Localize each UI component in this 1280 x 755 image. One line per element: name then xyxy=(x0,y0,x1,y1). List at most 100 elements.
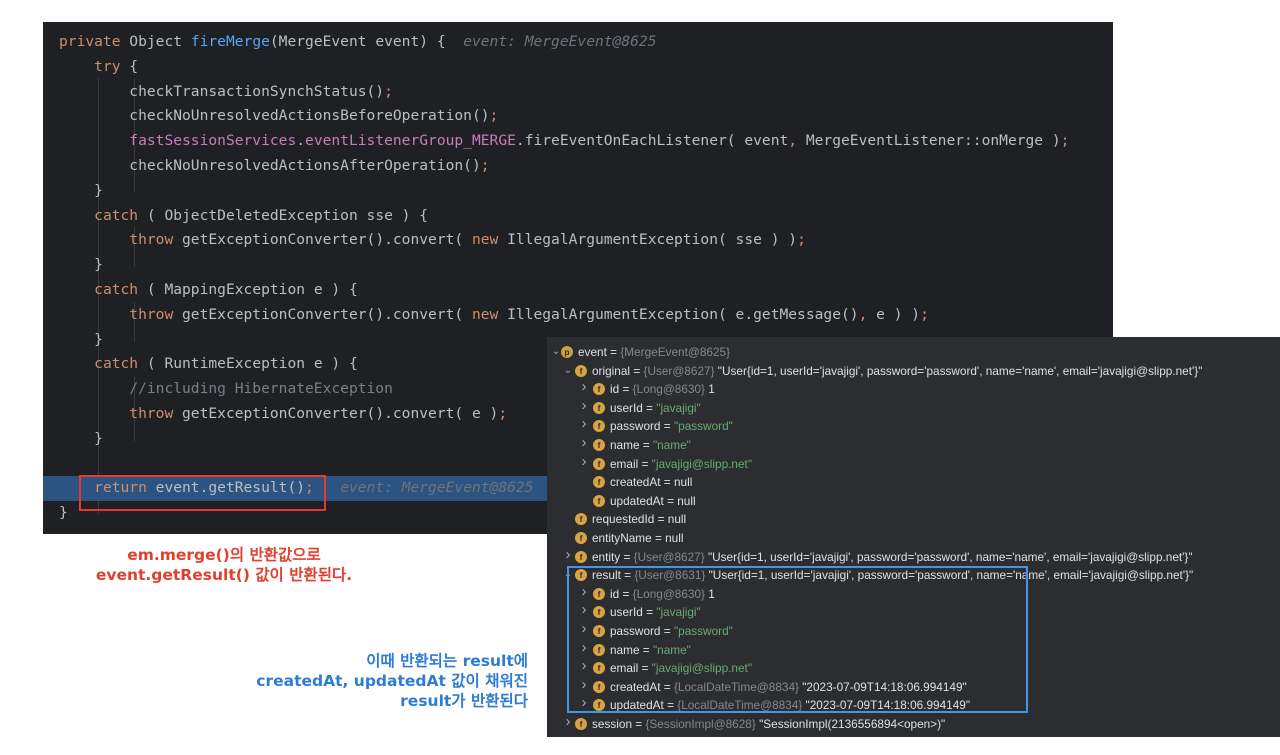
variable-row-original[interactable]: ⌄ f original = {User@8627} "User{id=1, use… xyxy=(547,362,1280,381)
variable-row-id[interactable]: › f id = {Long@8630} 1 xyxy=(547,378,1280,399)
code-text: throw getExceptionConverter().convert( n… xyxy=(59,303,929,328)
code-token: ( RuntimeException e ) { xyxy=(138,355,358,373)
variable-row-session[interactable]: › f session = {SessionImpl@8628} "SessionI… xyxy=(547,713,1280,734)
variable-type: {Long@8630} xyxy=(632,382,705,397)
variable-text: email = "javajigi@slipp.net" xyxy=(610,456,753,471)
field-icon: f xyxy=(575,532,587,544)
code-line[interactable]: } xyxy=(43,179,1113,204)
code-token: catch xyxy=(94,206,139,224)
variable-name: name xyxy=(610,438,640,452)
variable-value: "SessionImpl(2136556894<open>)" xyxy=(759,717,946,731)
code-line[interactable]: } xyxy=(43,253,1113,278)
code-line[interactable]: try { xyxy=(43,55,1113,80)
inline-debug-hint: event: MergeEvent@8625 xyxy=(463,33,657,50)
field-icon: f xyxy=(593,383,605,396)
variable-name: event xyxy=(578,345,607,359)
code-token: e ) ) xyxy=(867,305,921,323)
code-text: catch ( RuntimeException e ) { xyxy=(59,352,358,377)
chevron-right-icon[interactable]: › xyxy=(579,453,589,472)
code-text: throw getExceptionConverter().convert( n… xyxy=(59,228,806,253)
code-line[interactable]: fastSessionServices.eventListenerGroup_M… xyxy=(43,129,1113,154)
code-token: } xyxy=(59,429,103,447)
code-text: try { xyxy=(59,55,138,80)
variable-value: null xyxy=(667,512,687,527)
parameter-icon: p xyxy=(561,346,573,358)
code-text: } xyxy=(59,427,103,452)
code-line[interactable]: catch ( ObjectDeletedException sse ) { xyxy=(43,204,1113,229)
variable-text: password = "password" xyxy=(610,419,733,434)
field-icon: f xyxy=(575,550,587,563)
code-token: } xyxy=(59,256,103,274)
variable-row-email[interactable]: › f email = "javajigi@slipp.net" xyxy=(547,453,1280,474)
variable-value: "User{id=1, userId='javajigi', password=… xyxy=(707,549,1193,564)
variable-text: entity = {User@8627} "User{id=1, userId=… xyxy=(592,549,1193,564)
variable-row-entityname[interactable]: f entityName = null xyxy=(547,529,1280,548)
variable-text: session = {SessionImpl@8628} "SessionImp… xyxy=(592,717,946,731)
chevron-right-icon[interactable]: › xyxy=(563,546,573,565)
code-token: new xyxy=(471,231,499,249)
chevron-right-icon[interactable]: › xyxy=(563,713,573,732)
variable-name: email xyxy=(610,456,639,471)
variable-text: id = {Long@8630} 1 xyxy=(610,382,715,397)
code-line[interactable]: checkTransactionSynchStatus(); xyxy=(43,80,1113,105)
code-token: ( ObjectDeletedException sse ) { xyxy=(138,206,429,224)
code-token: } xyxy=(59,330,103,348)
code-token: checkNoUnresolvedActionsAfterOperation() xyxy=(59,157,481,174)
code-line[interactable]: catch ( MappingException e ) { xyxy=(43,278,1113,303)
code-text: catch ( MappingException e ) { xyxy=(59,278,358,303)
variable-row-name[interactable]: › f name = "name" xyxy=(547,434,1280,455)
code-line[interactable]: checkNoUnresolvedActionsAfterOperation()… xyxy=(43,154,1113,179)
variable-name: createdAt xyxy=(610,475,661,490)
chevron-right-icon[interactable]: › xyxy=(579,397,589,416)
code-text: catch ( ObjectDeletedException sse ) { xyxy=(59,204,428,229)
code-token: private xyxy=(59,33,130,50)
code-token: . xyxy=(296,132,306,150)
code-token: //including HibernateException xyxy=(129,380,393,398)
variable-type: {SessionImpl@8628} xyxy=(645,717,756,731)
chevron-right-icon[interactable]: › xyxy=(579,434,589,453)
chevron-down-icon[interactable]: ⌄ xyxy=(551,343,561,362)
code-token: ; xyxy=(920,305,929,323)
code-token: Object xyxy=(129,33,191,50)
field-icon: f xyxy=(593,457,605,470)
variable-row-password[interactable]: › f password = "password" xyxy=(547,415,1280,436)
code-text: //including HibernateException xyxy=(59,377,393,402)
variable-text: name = "name" xyxy=(610,438,691,452)
result-highlight-box xyxy=(567,566,1028,713)
code-token: checkNoUnresolvedActionsBeforeOperation(… xyxy=(59,107,490,125)
variable-text: userId = "javajigi" xyxy=(610,400,701,415)
variable-name: session xyxy=(592,717,632,731)
code-token: ; xyxy=(1060,132,1070,150)
variable-value: "password" xyxy=(673,419,733,434)
variable-row-entity[interactable]: › f entity = {User@8627} "User{id=1, userI… xyxy=(547,546,1280,567)
variable-row-createdat[interactable]: f createdAt = null xyxy=(547,473,1280,492)
variable-value: "javajigi@slipp.net" xyxy=(651,456,753,471)
field-icon: f xyxy=(593,401,605,414)
code-line[interactable]: throw getExceptionConverter().convert( n… xyxy=(43,303,1113,328)
code-token: (MergeEvent event) { xyxy=(269,33,464,50)
field-icon: f xyxy=(593,439,605,451)
code-line[interactable]: checkNoUnresolvedActionsBeforeOperation(… xyxy=(43,104,1113,129)
field-icon: f xyxy=(593,494,605,507)
chevron-right-icon[interactable]: › xyxy=(579,415,589,434)
variable-row-requestedid[interactable]: f requestedId = null xyxy=(547,510,1280,529)
variable-row-updatedat[interactable]: f updatedAt = null xyxy=(547,492,1280,511)
field-icon: f xyxy=(575,364,587,377)
variable-row-event[interactable]: ⌄ p event = {MergeEvent@8625} xyxy=(547,343,1280,362)
code-token: { xyxy=(120,57,139,75)
chevron-right-icon[interactable]: › xyxy=(579,378,589,397)
chevron-down-icon[interactable]: ⌄ xyxy=(563,362,573,381)
variable-row-userid[interactable]: › f userId = "javajigi" xyxy=(547,397,1280,418)
variable-name: password xyxy=(610,419,661,434)
code-text: checkNoUnresolvedActionsBeforeOperation(… xyxy=(59,104,498,129)
field-icon: f xyxy=(593,420,605,433)
code-token: ; xyxy=(384,82,393,100)
code-line[interactable]: throw getExceptionConverter().convert( n… xyxy=(43,228,1113,253)
variable-name: entity xyxy=(592,549,621,564)
code-line[interactable]: private Object fireMerge(MergeEvent even… xyxy=(43,30,1113,55)
variable-value: "javajigi" xyxy=(656,400,701,415)
